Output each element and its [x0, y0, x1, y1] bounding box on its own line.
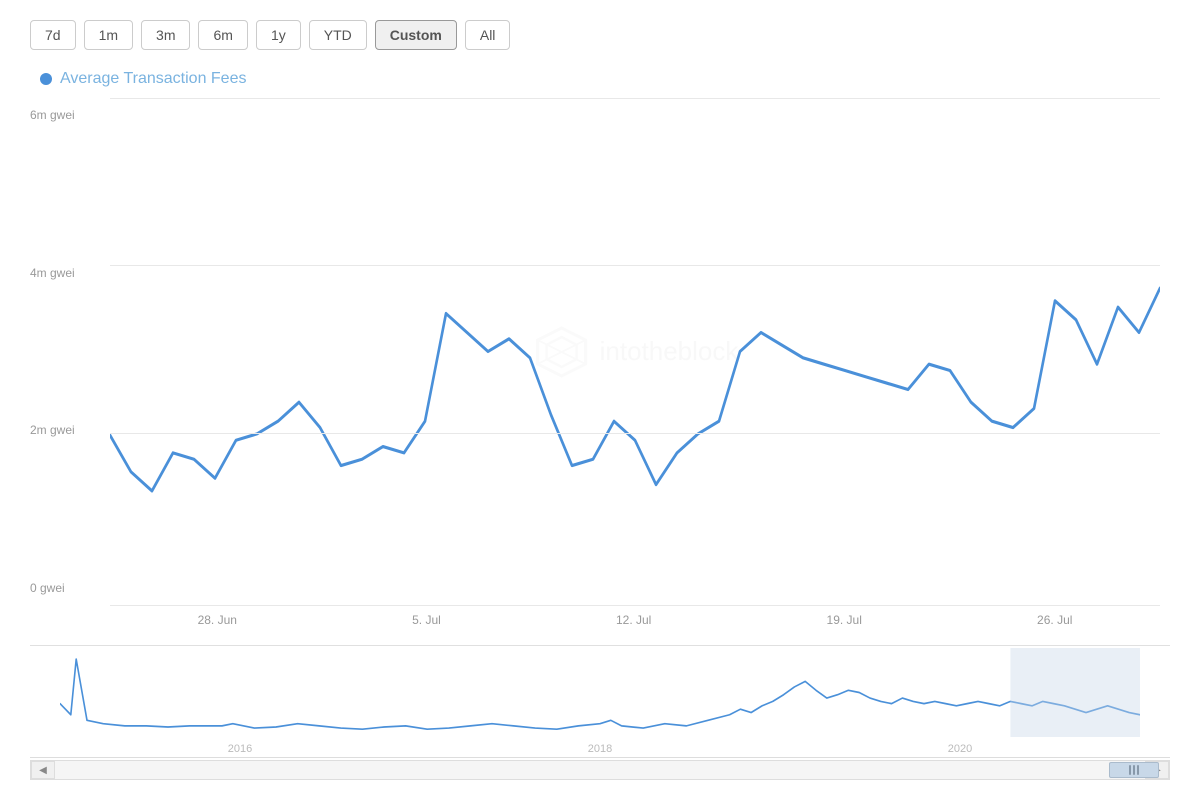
filter-btn-ytd[interactable]: YTD [309, 20, 367, 50]
filter-btn-3m[interactable]: 3m [141, 20, 190, 50]
filter-btn-1m[interactable]: 1m [84, 20, 133, 50]
y-label-4m: 4m gwei [30, 266, 75, 280]
grid-line-mid2 [110, 433, 1160, 434]
filter-btn-6m[interactable]: 6m [198, 20, 247, 50]
x-label-4: 26. Jul [1037, 613, 1072, 627]
x-label-1: 5. Jul [412, 613, 441, 627]
filter-btn-all[interactable]: All [465, 20, 511, 50]
scroll-thumb-line-2 [1133, 765, 1135, 775]
mini-x-label-2020: 2020 [948, 743, 972, 755]
y-label-2m: 2m gwei [30, 423, 75, 437]
grid-line-mid1 [110, 265, 1160, 266]
scroll-thumb-line-1 [1129, 765, 1131, 775]
scroll-thumb[interactable] [1109, 762, 1159, 778]
x-label-0: 28. Jun [198, 613, 237, 627]
main-chart: 6m gwei 4m gwei 2m gwei 0 gwei [30, 98, 1170, 646]
mini-chart-section: 2016 2018 2020 [30, 648, 1170, 758]
y-label-6m: 6m gwei [30, 108, 75, 122]
grid-line-top [110, 98, 1160, 99]
filter-btn-7d[interactable]: 7d [30, 20, 76, 50]
x-label-3: 19. Jul [827, 613, 862, 627]
main-chart-svg [110, 98, 1160, 605]
mini-chart-svg [60, 648, 1140, 737]
mini-x-label-2018: 2018 [588, 743, 612, 755]
y-label-0: 0 gwei [30, 581, 75, 595]
filter-btn-custom[interactable]: Custom [375, 20, 457, 50]
mini-chart-inner [60, 648, 1140, 737]
y-axis: 6m gwei 4m gwei 2m gwei 0 gwei [30, 98, 75, 605]
legend-label: Average Transaction Fees [60, 70, 246, 88]
chart-area: 6m gwei 4m gwei 2m gwei 0 gwei [30, 98, 1170, 780]
mini-x-axis: 2016 2018 2020 [60, 737, 1140, 757]
mini-x-label-2016: 2016 [228, 743, 252, 755]
scroll-thumb-line-3 [1137, 765, 1139, 775]
scroll-left-button[interactable]: ◀ [31, 761, 55, 779]
chart-legend: Average Transaction Fees [30, 70, 1170, 88]
x-label-2: 12. Jul [616, 613, 651, 627]
time-filter-bar: 7d 1m 3m 6m 1y YTD Custom All [30, 20, 1170, 50]
x-axis: 28. Jun 5. Jul 12. Jul 19. Jul 26. Jul [110, 605, 1160, 645]
filter-btn-1y[interactable]: 1y [256, 20, 301, 50]
legend-dot [40, 73, 52, 85]
chart-inner: intotheblock [110, 98, 1160, 605]
scrollbar[interactable]: ◀ ▶ [30, 760, 1170, 780]
